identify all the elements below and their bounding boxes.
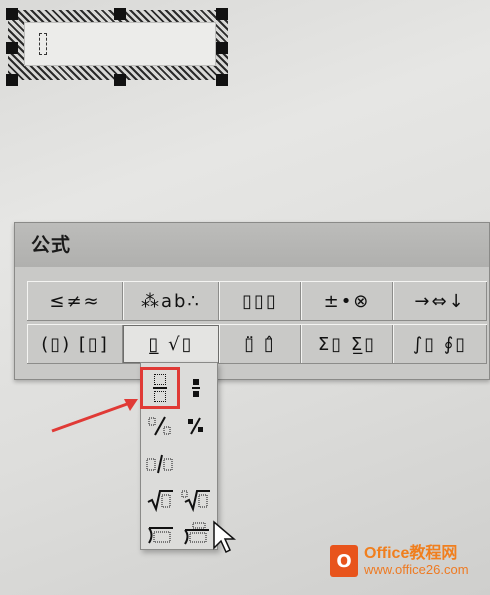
long-division-alt-template[interactable] [181, 519, 211, 549]
resize-handle[interactable] [6, 8, 18, 20]
resize-handle[interactable] [6, 74, 18, 86]
highlight-box [140, 367, 180, 409]
annotation-arrow-icon [51, 399, 138, 433]
formula-toolbar: 公式 ≤≠≈ ⁂ab∴ ▯▯▯ ±•⊗ →⇔↓ (▯) [▯] ▯̲ √▯ ▯̈… [14, 222, 490, 380]
resize-handle[interactable] [216, 8, 228, 20]
resize-handle[interactable] [6, 42, 18, 54]
slash-fraction-icon [148, 416, 171, 436]
spaces-ellipses-button[interactable]: ⁂ab∴ [123, 282, 219, 320]
resize-handle[interactable] [114, 8, 126, 20]
nth-root-icon [181, 490, 210, 512]
resize-handle[interactable] [216, 74, 228, 86]
small-slash-fraction-template[interactable] [181, 411, 211, 441]
equation-object[interactable] [8, 10, 228, 80]
arrow-symbols-button[interactable]: →⇔↓ [393, 282, 487, 320]
long-division-alt-icon [184, 522, 209, 545]
operator-symbols-button[interactable]: ±•⊗ [301, 282, 393, 320]
fence-templates-button[interactable]: (▯) [▯] [27, 325, 123, 363]
long-division-template[interactable] [145, 519, 175, 549]
long-division-icon [148, 527, 173, 544]
nth-root-template[interactable] [181, 485, 211, 515]
integral-templates-button[interactable]: ∫▯ ∮▯ [393, 325, 487, 363]
embellishments-button[interactable]: ▯▯▯ [219, 282, 301, 320]
square-root-icon [147, 490, 173, 512]
inline-fraction-template[interactable] [145, 449, 175, 479]
resize-handle[interactable] [216, 42, 228, 54]
small-slash-fraction-icon [188, 417, 203, 435]
toolbar-row-symbols: ≤≠≈ ⁂ab∴ ▯▯▯ ±•⊗ →⇔↓ [27, 281, 487, 321]
insertion-slot [39, 33, 47, 55]
office-logo-icon: O [330, 545, 358, 577]
watermark: O Office教程网 www.office26.com [330, 545, 469, 577]
inline-fraction-icon [146, 454, 173, 474]
mouse-pointer-icon [213, 520, 237, 554]
summation-templates-button[interactable]: Σ▯ Σ̲▯ [301, 325, 393, 363]
slash-fraction-template[interactable] [145, 411, 175, 441]
watermark-url: www.office26.com [364, 561, 469, 577]
square-root-template[interactable] [145, 485, 175, 515]
equation-edit-area[interactable] [24, 22, 216, 66]
small-fraction-template[interactable] [181, 373, 211, 403]
toolbar-title: 公式 [15, 223, 489, 267]
subscript-templates-button[interactable]: ▯̈ ▯̂ [219, 325, 301, 363]
resize-handle[interactable] [114, 74, 126, 86]
relational-symbols-button[interactable]: ≤≠≈ [27, 282, 123, 320]
toolbar-row-templates: (▯) [▯] ▯̲ √▯ ▯̈ ▯̂ Σ▯ Σ̲▯ ∫▯ ∮▯ [27, 324, 487, 364]
fraction-radical-templates-button[interactable]: ▯̲ √▯ [123, 325, 219, 363]
watermark-brand: Office教程网 [364, 545, 458, 563]
